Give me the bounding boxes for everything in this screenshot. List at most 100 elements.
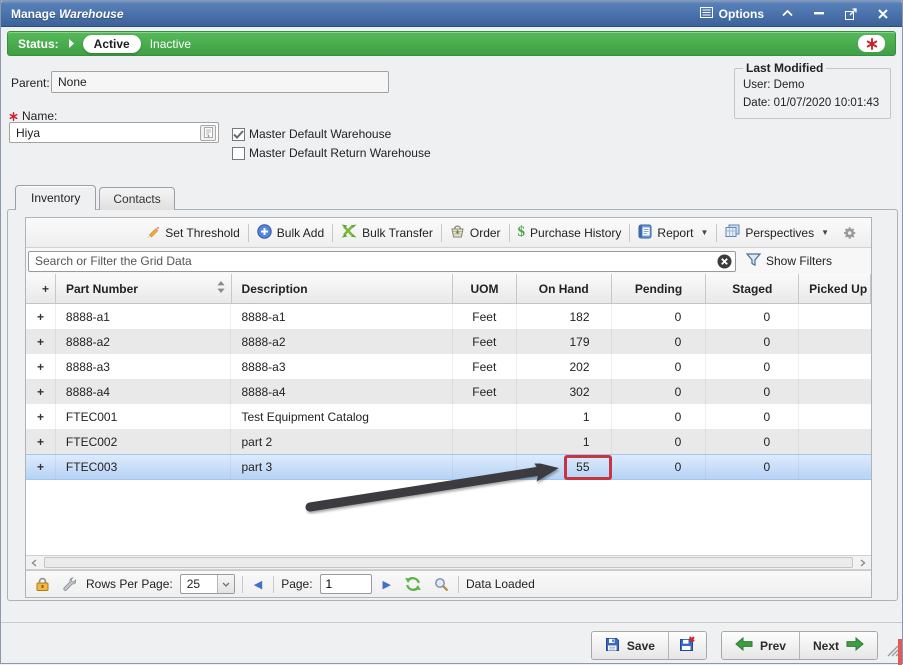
show-filters-button[interactable]: Show Filters (746, 253, 832, 269)
options-label: Options (719, 7, 764, 21)
grid-settings-gear-icon[interactable] (837, 226, 867, 240)
perspectives-icon (725, 224, 740, 241)
cell-picked-up (799, 379, 871, 404)
page-label: Page: (281, 577, 312, 591)
basket-icon (450, 224, 465, 241)
bulk-transfer-button[interactable]: Bulk Transfer (333, 222, 441, 244)
cell-pending: 0 (612, 404, 707, 429)
grid-toolbar: Set Threshold Bulk Add Bulk Transfer Ord… (26, 218, 871, 248)
master-default-return-warehouse-checkbox[interactable]: Master Default Return Warehouse (232, 146, 431, 160)
scrollbar-thumb[interactable] (44, 557, 853, 568)
parent-label: Parent: (11, 76, 50, 90)
bulk-add-button[interactable]: Bulk Add (249, 222, 332, 244)
column-header-pending[interactable]: Pending (612, 274, 707, 303)
cell-staged: 0 (706, 455, 799, 479)
row-expand-button[interactable]: + (26, 329, 56, 354)
column-header-on-hand[interactable]: On Hand (517, 274, 612, 303)
row-expand-button[interactable]: + (26, 354, 56, 379)
close-icon[interactable] (874, 6, 892, 22)
bottom-separator (1, 622, 902, 623)
checkbox-checked-icon (232, 128, 245, 141)
clear-search-icon[interactable] (717, 254, 732, 269)
column-header-picked-up[interactable]: Picked Up (799, 274, 871, 303)
prev-button[interactable]: Prev (722, 632, 799, 659)
next-button[interactable]: Next (799, 632, 877, 659)
row-expand-button[interactable]: + (26, 455, 56, 479)
save-cancel-button[interactable] (668, 632, 706, 659)
inventory-grid: + Part Number Description UOM On Hand Pe… (26, 274, 871, 555)
column-header-uom[interactable]: UOM (453, 274, 517, 303)
cell-staged: 0 (706, 429, 799, 454)
row-expand-button[interactable]: + (26, 404, 56, 429)
scroll-left-icon[interactable] (26, 556, 42, 569)
minimize-icon[interactable] (810, 6, 828, 22)
cell-uom (453, 429, 517, 454)
table-row[interactable]: + FTEC001 Test Equipment Catalog 1 0 0 (26, 404, 871, 429)
master-default-warehouse-checkbox[interactable]: Master Default Warehouse (232, 127, 391, 141)
lock-icon[interactable] (33, 577, 52, 591)
table-row[interactable]: + FTEC003 part 3 55 0 0 (26, 454, 871, 480)
sort-icon[interactable] (217, 281, 225, 296)
table-row[interactable]: + 8888-a2 8888-a2 Feet 179 0 0 (26, 329, 871, 354)
perspectives-dropdown-icon: ▼ (821, 228, 829, 237)
row-expand-button[interactable]: + (26, 304, 56, 329)
cell-uom: Feet (453, 379, 517, 404)
cell-uom: Feet (453, 304, 517, 329)
magnifier-icon[interactable] (431, 577, 451, 591)
cell-pending: 0 (612, 329, 707, 354)
column-header-part-number[interactable]: Part Number (56, 274, 232, 303)
tab-contacts[interactable]: Contacts (99, 187, 174, 210)
bottom-action-bar: Save Prev Next (591, 631, 878, 660)
cell-part-number: 8888-a1 (56, 304, 232, 329)
page-number-input[interactable] (320, 574, 372, 594)
refresh-icon[interactable] (402, 577, 424, 591)
cell-pending: 0 (612, 455, 707, 479)
table-row[interactable]: + FTEC002 part 2 1 0 0 (26, 429, 871, 454)
row-expand-button[interactable]: + (26, 429, 56, 454)
column-header-expand[interactable]: + (26, 274, 56, 303)
column-header-staged[interactable]: Staged (706, 274, 799, 303)
tab-inventory[interactable]: Inventory (15, 185, 96, 210)
required-asterisk-icon (9, 112, 18, 121)
cell-description: 8888-a1 (231, 304, 452, 329)
table-row[interactable]: + 8888-a4 8888-a4 Feet 302 0 0 (26, 379, 871, 404)
status-active-toggle[interactable]: Active (83, 35, 141, 53)
name-field[interactable]: Hiya (9, 122, 219, 143)
scroll-right-icon[interactable] (855, 556, 871, 569)
options-button[interactable]: Options (700, 7, 764, 21)
last-modified-date: Date: 01/07/2020 10:01:43 (743, 95, 882, 113)
data-loaded-status: Data Loaded (466, 577, 535, 591)
rows-per-page-select[interactable]: 25 (180, 574, 235, 594)
cell-pending: 0 (612, 429, 707, 454)
parent-field[interactable]: None (51, 71, 389, 93)
previous-page-icon[interactable]: ◀ (250, 578, 266, 591)
report-dropdown-icon: ▼ (700, 228, 708, 237)
search-row: Show Filters (26, 248, 871, 274)
column-header-description[interactable]: Description (232, 274, 453, 303)
popout-icon[interactable] (842, 6, 860, 22)
purchase-history-button[interactable]: $ Purchase History (510, 222, 630, 244)
search-input[interactable] (28, 251, 736, 272)
perspectives-button[interactable]: Perspectives ▼ (717, 222, 837, 244)
row-expand-button[interactable]: + (26, 379, 56, 404)
collapse-icon[interactable] (778, 6, 796, 22)
horizontal-scrollbar[interactable] (26, 555, 871, 570)
report-button[interactable]: Report ▼ (630, 222, 716, 244)
transfer-arrows-icon (341, 224, 357, 241)
save-button[interactable]: Save (592, 632, 668, 659)
required-asterisk-button[interactable] (858, 35, 885, 52)
chevron-down-icon (217, 575, 234, 593)
order-button[interactable]: Order (442, 222, 509, 244)
status-label: Status: (18, 37, 59, 51)
cell-uom: Feet (453, 329, 517, 354)
cell-part-number: 8888-a4 (56, 379, 232, 404)
set-threshold-button[interactable]: Set Threshold (137, 222, 248, 244)
table-row[interactable]: + 8888-a1 8888-a1 Feet 182 0 0 (26, 304, 871, 329)
next-page-icon[interactable]: ▶ (379, 578, 395, 591)
name-value: Hiya (16, 126, 200, 140)
cell-pending: 0 (612, 354, 707, 379)
table-row[interactable]: + 8888-a3 8888-a3 Feet 202 0 0 (26, 354, 871, 379)
name-field-picker-icon[interactable] (200, 125, 216, 141)
status-inactive-toggle[interactable]: Inactive (150, 37, 191, 51)
wrench-icon[interactable] (59, 577, 79, 591)
